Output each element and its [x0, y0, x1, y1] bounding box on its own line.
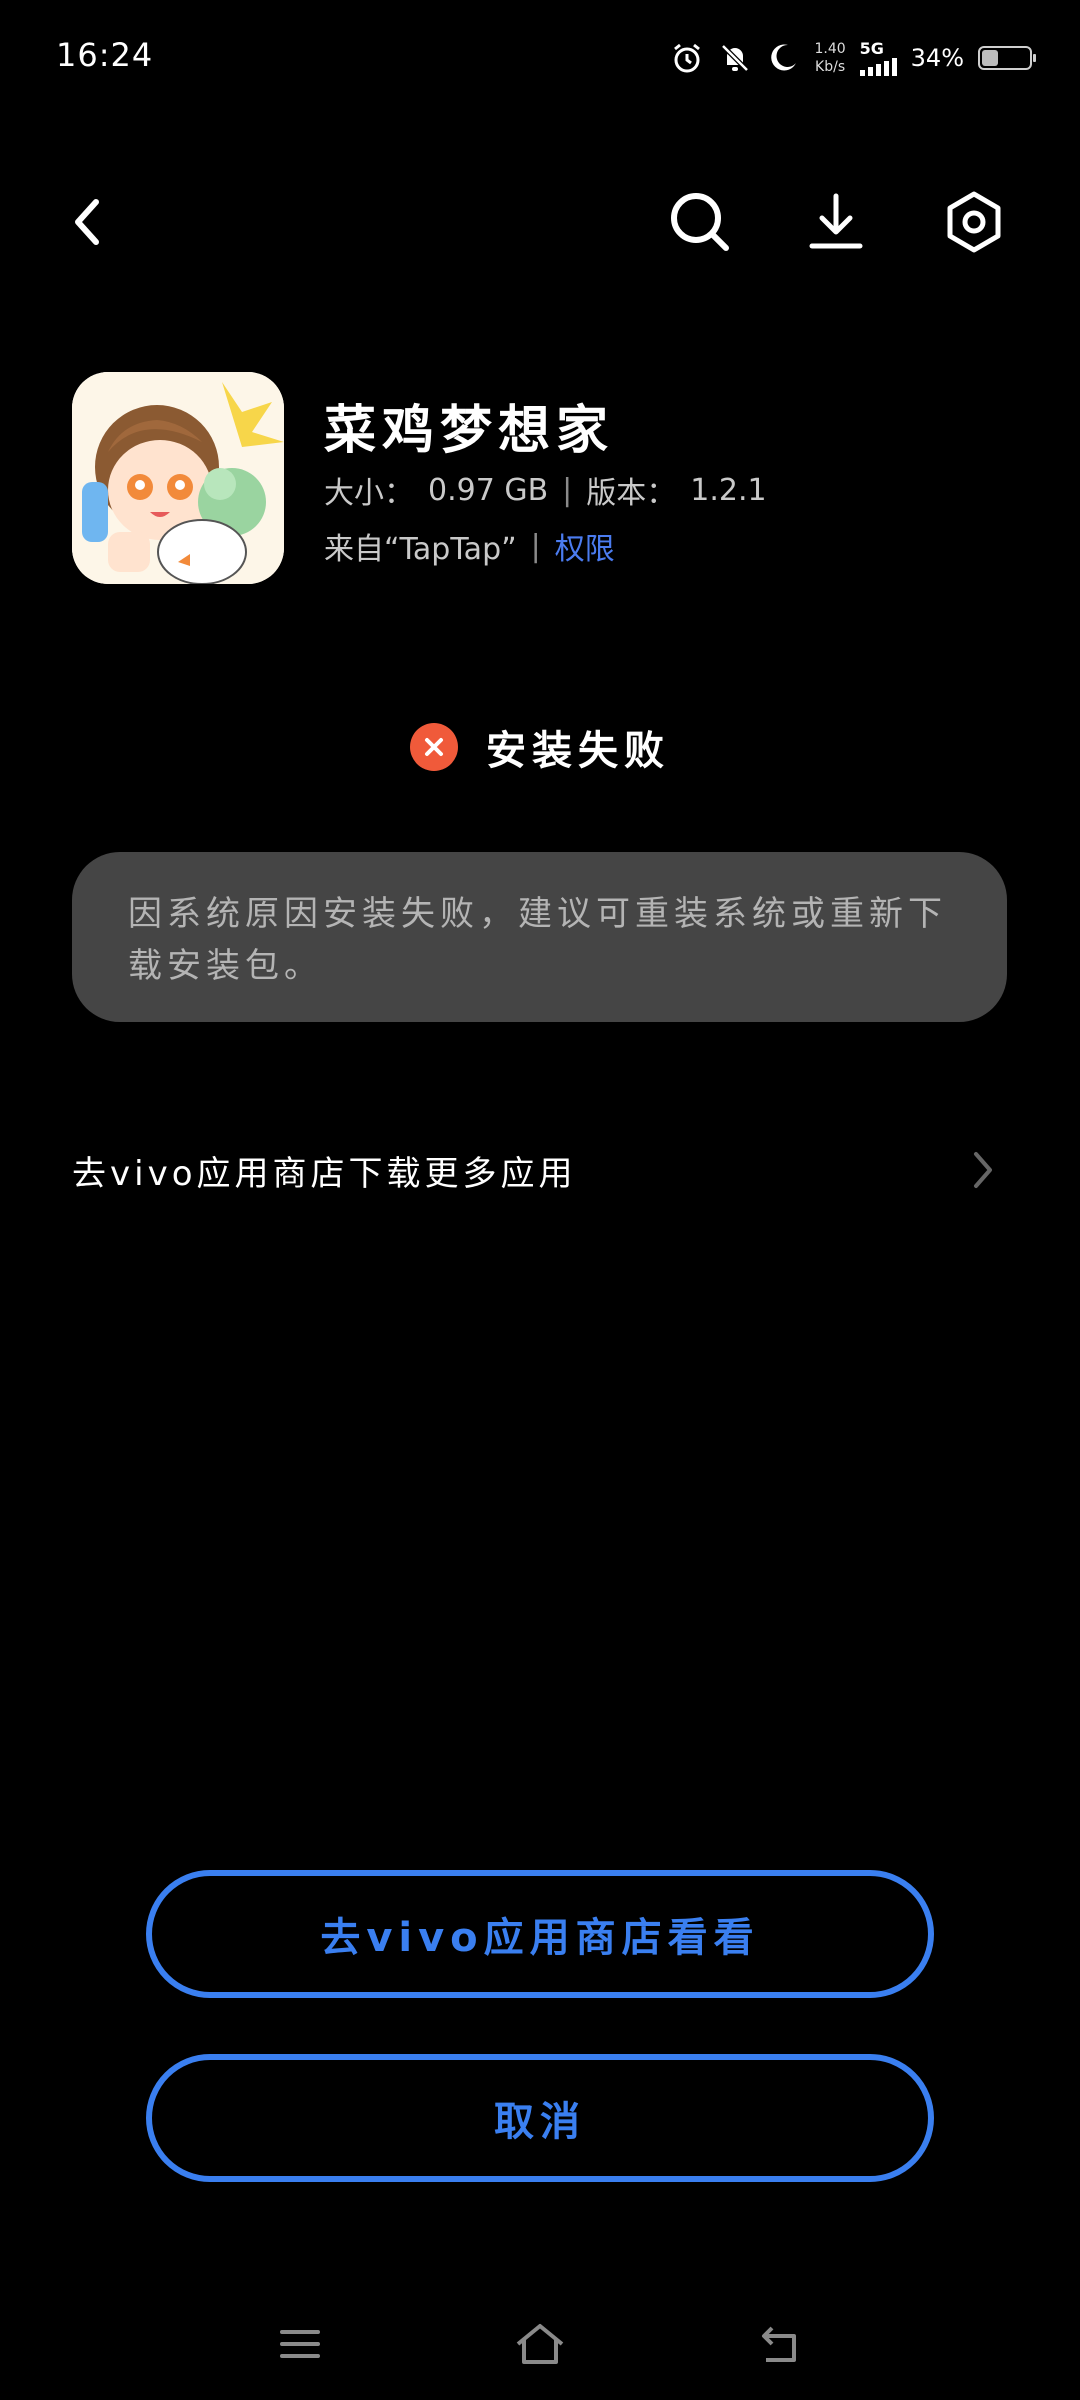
network-speed-value: 1.40 [814, 41, 846, 57]
back-nav-button[interactable] [750, 2314, 810, 2374]
source-divider: | [530, 528, 541, 564]
app-icon [72, 372, 284, 584]
battery-fill [982, 50, 998, 66]
status-icons: 1.40 Kb/s 5G 34% [670, 32, 1036, 84]
failure-message: 因系统原因安装失败，建议可重装系统或重新下载安装包。 [128, 894, 947, 986]
settings-button[interactable] [934, 182, 1014, 262]
size-value: 0.97 GB [428, 472, 549, 508]
status-time: 16:24 [56, 36, 154, 74]
home-button[interactable] [510, 2314, 570, 2374]
vivo-store-link-label: 去vivo应用商店下载更多应用 [72, 1153, 577, 1194]
signal-bars-icon [859, 58, 897, 76]
signal-indicator: 5G [859, 39, 897, 76]
error-icon [410, 723, 458, 771]
app-meta: 大小： 0.97 GB | 版本： 1.2.1 [324, 468, 767, 512]
home-icon [516, 2324, 564, 2364]
network-speed-unit: Kb/s [815, 59, 846, 75]
chevron-right-icon [974, 1152, 992, 1188]
moon-icon [766, 41, 800, 75]
alarm-icon [670, 41, 704, 75]
status-bar: 16:24 1.40 Kb/s 5G 34% [0, 0, 1080, 110]
network-type: 5G [859, 39, 884, 58]
back-button[interactable] [48, 182, 128, 262]
size-label: 大小： [324, 476, 414, 511]
back-icon [75, 199, 99, 245]
version-label: 版本： [586, 476, 677, 511]
vivo-store-link-row[interactable]: 去vivo应用商店下载更多应用 [72, 1130, 1002, 1210]
failure-message-box: 因系统原因安装失败，建议可重装系统或重新下载安装包。 [72, 852, 1007, 1022]
permission-link[interactable]: 权限 [555, 524, 615, 568]
cancel-button-label: 取消 [494, 2099, 586, 2145]
download-icon [809, 193, 863, 249]
version-value: 1.2.1 [690, 472, 767, 508]
search-button[interactable] [660, 182, 740, 262]
meta-divider: | [562, 472, 573, 508]
menu-icon [280, 2330, 320, 2358]
network-speed: 1.40 Kb/s [814, 40, 845, 76]
cancel-button[interactable]: 取消 [146, 2054, 934, 2182]
back-nav-icon [762, 2326, 796, 2362]
open-store-button[interactable]: 去vivo应用商店看看 [146, 1870, 934, 1998]
settings-icon [947, 191, 1001, 253]
open-store-button-label: 去vivo应用商店看看 [320, 1915, 760, 1961]
app-source-row: 来自“TapTap” | 权限 [324, 524, 615, 568]
app-source: 来自“TapTap” [324, 532, 517, 567]
search-icon [671, 193, 729, 251]
battery-icon [978, 46, 1036, 70]
app-name: 菜鸡梦想家 [324, 401, 615, 461]
download-button[interactable] [796, 182, 876, 262]
mute-bell-icon [718, 41, 752, 75]
system-navigation-bar [0, 2300, 1080, 2380]
install-result-screen: 16:24 1.40 Kb/s 5G 34% 菜鸡梦想家 大小： 0.97 GB… [0, 0, 1080, 2400]
install-status: 安装失败 [0, 718, 1080, 776]
status-text: 安装失败 [486, 728, 670, 774]
menu-button[interactable] [270, 2314, 330, 2374]
battery-percentage: 34% [910, 44, 964, 72]
